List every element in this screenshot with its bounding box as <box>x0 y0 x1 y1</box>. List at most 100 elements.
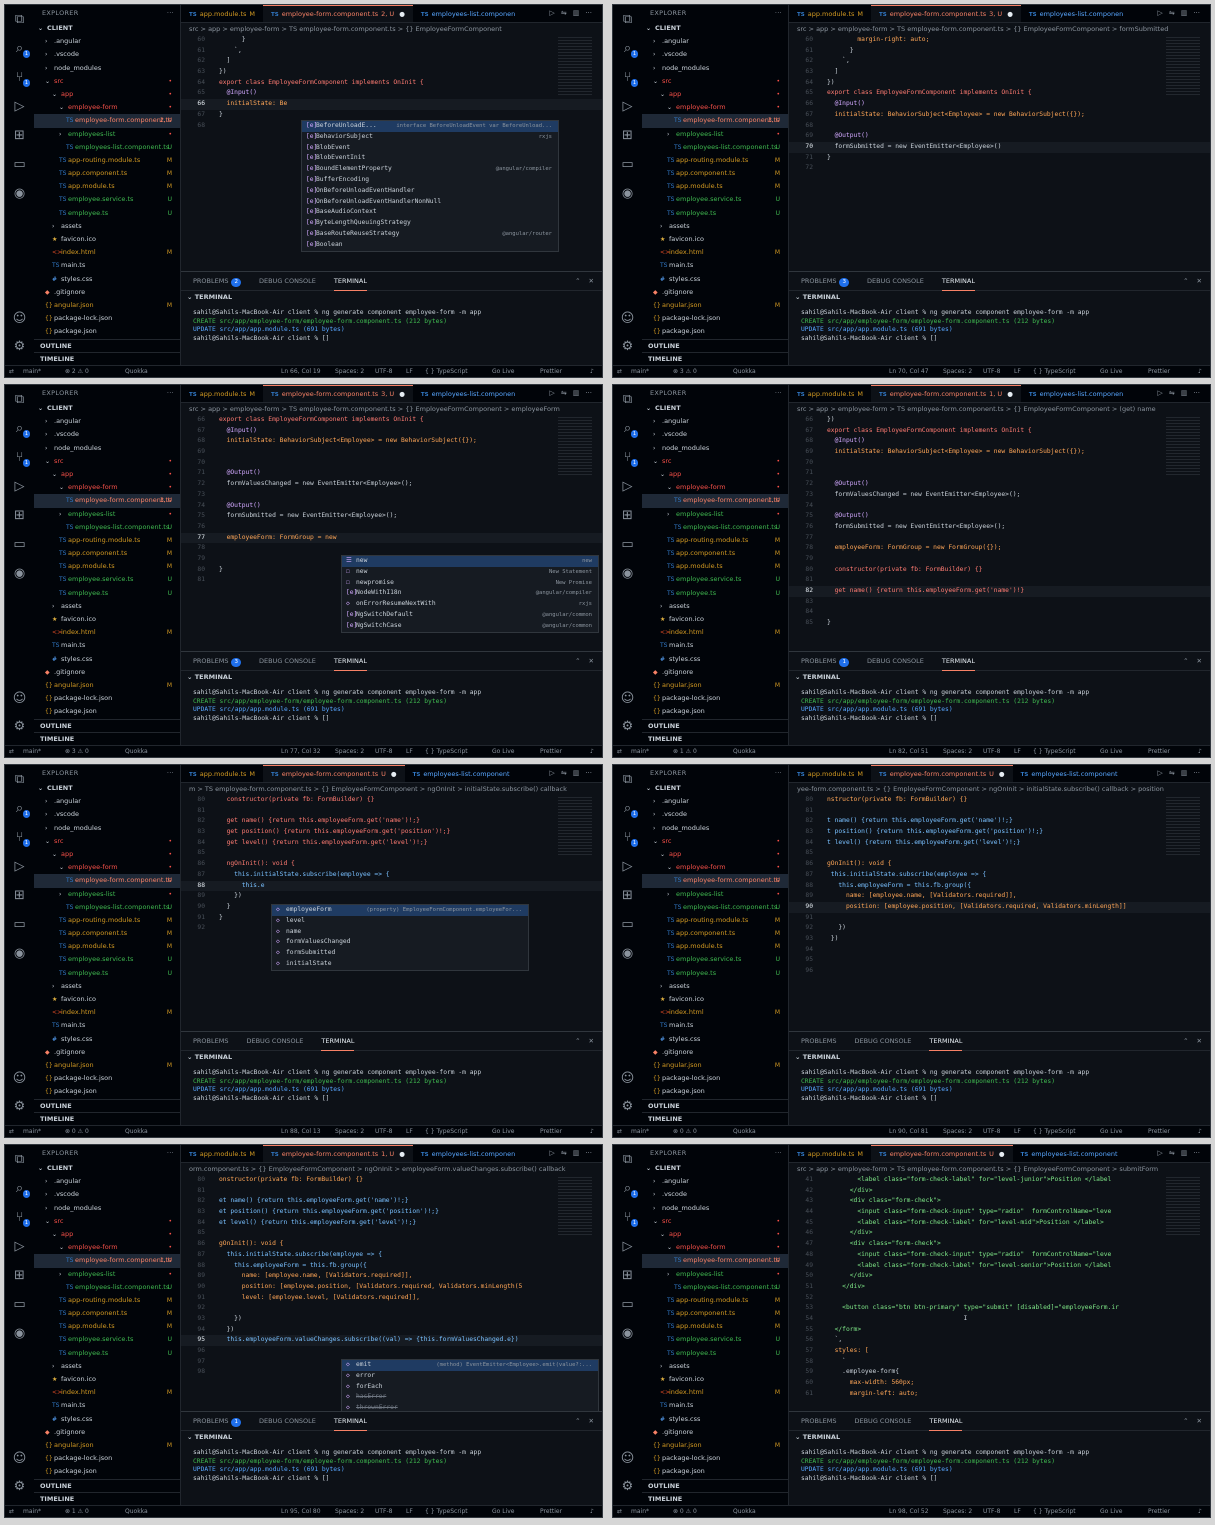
remote-icon[interactable]: ▭ <box>5 910 34 939</box>
outline-section[interactable]: OUTLINE <box>642 1479 788 1493</box>
tree-item[interactable]: › employees-list • <box>34 1268 180 1281</box>
unsaved-dot-icon[interactable]: ● <box>1007 10 1013 18</box>
tree-item[interactable]: › .vscode <box>34 48 180 61</box>
tree-item[interactable]: › node_modules <box>642 1202 788 1215</box>
close-panel-icon[interactable]: ✕ <box>1197 1037 1202 1045</box>
compare-icon[interactable]: ⇋ <box>1169 1149 1175 1157</box>
status-eol[interactable]: LF <box>406 1126 413 1137</box>
gear-icon[interactable]: ⚙ <box>5 719 34 734</box>
breadcrumb[interactable]: src > app > employee-form > TS employee-… <box>789 23 1210 35</box>
more-actions-icon[interactable]: ··· <box>167 385 174 402</box>
tree-item[interactable]: <>index.html M <box>642 626 788 639</box>
editor-tab[interactable]: TS app.module.ts M <box>181 6 263 22</box>
minimap[interactable] <box>1166 415 1200 475</box>
suggestion-item[interactable]: ◇ emit (method) EventEmitter<Employee>.emi… <box>342 1360 598 1371</box>
timeline-section[interactable]: TIMELINE <box>34 732 180 746</box>
suggestion-item[interactable]: ◇ onErrorResumeNextWith rxjs <box>342 599 598 610</box>
github-icon[interactable]: ◉ <box>5 179 34 208</box>
tree-item[interactable]: › .angular <box>34 35 180 48</box>
status-remote-icon[interactable]: ⇄ <box>9 1506 14 1517</box>
tree-item[interactable]: TS main.ts <box>642 259 788 272</box>
status-branch[interactable]: main* <box>23 366 41 377</box>
status-golive[interactable]: Go Live <box>1100 366 1122 377</box>
tree-item[interactable]: ⌄ employee-form • <box>34 861 180 874</box>
status-golive[interactable]: Go Live <box>492 366 514 377</box>
timeline-section[interactable]: TIMELINE <box>642 732 788 746</box>
run-icon[interactable]: ▷ <box>1157 769 1162 777</box>
status-language[interactable]: { } TypeScript <box>425 746 468 757</box>
tree-item[interactable]: ⌄ employee-form • <box>34 101 180 114</box>
suggestion-item[interactable]: [e]BlobEvent <box>302 143 558 154</box>
tree-item[interactable]: ★ favicon.ico <box>34 233 180 246</box>
suggestion-item[interactable]: [e]BaseAudioContext <box>302 207 558 218</box>
split-editor-icon[interactable]: ▥ <box>1181 9 1188 17</box>
tree-item[interactable]: <>index.html M <box>642 1386 788 1399</box>
suggestion-item[interactable]: [e]BoundElementProperty @angular/compiler <box>302 164 558 175</box>
tree-item[interactable]: ⌄ employee-form • <box>34 481 180 494</box>
tree-item[interactable]: ◆ .gitignore <box>642 286 788 299</box>
tree-item[interactable]: TS app.module.ts M <box>34 180 180 193</box>
tree-item[interactable]: ◆ .gitignore <box>642 666 788 679</box>
problems-tab[interactable]: PROBLEMS 1 <box>193 1412 241 1430</box>
tree-item[interactable]: › assets <box>34 1360 180 1373</box>
problems-tab[interactable]: PROBLEMS 3 <box>801 272 849 290</box>
status-prettier[interactable]: Prettier <box>1148 366 1170 377</box>
tree-item[interactable]: ★ favicon.ico <box>34 613 180 626</box>
editor-tab[interactable]: TS employee-form.component.ts 3, U ● <box>263 385 413 402</box>
status-language[interactable]: { } TypeScript <box>425 1506 468 1517</box>
tree-item[interactable]: <>index.html M <box>642 246 788 259</box>
status-remote-icon[interactable]: ⇄ <box>617 366 622 377</box>
more-icon[interactable]: ··· <box>585 769 592 777</box>
tree-item[interactable]: TS employees-list.component.ts U <box>34 521 180 534</box>
status-position[interactable]: Ln 70, Col 47 <box>889 366 929 377</box>
suggestion-item[interactable]: ◇ level <box>272 916 528 927</box>
gear-icon[interactable]: ⚙ <box>613 339 642 354</box>
source-control-icon[interactable]: ⑂ 1 <box>613 443 642 472</box>
more-actions-icon[interactable]: ··· <box>167 1145 174 1162</box>
files-icon[interactable]: ⧉ <box>5 385 34 414</box>
maximize-panel-icon[interactable]: ⌃ <box>575 277 580 285</box>
tree-item[interactable]: › .vscode <box>34 428 180 441</box>
tree-item[interactable]: {}angular.json M <box>34 299 180 312</box>
remote-icon[interactable]: ▭ <box>613 1290 642 1319</box>
tree-item[interactable]: TS employee.ts U <box>642 207 788 220</box>
status-branch[interactable]: main* <box>631 746 649 757</box>
tree-root-client[interactable]: ⌄ CLIENT <box>34 1162 180 1175</box>
tree-root-client[interactable]: ⌄ CLIENT <box>34 402 180 415</box>
tree-item[interactable]: › employees-list • <box>642 1268 788 1281</box>
tree-item[interactable]: ⌄ src • <box>34 75 180 88</box>
editor-tab[interactable]: TS employees-list.componen <box>1021 6 1131 22</box>
breadcrumb[interactable]: yee-form.component.ts > {} EmployeeFormC… <box>789 783 1210 795</box>
tree-item[interactable]: › node_modules <box>34 1202 180 1215</box>
tree-item[interactable]: ★ favicon.ico <box>642 233 788 246</box>
terminal-header[interactable]: ⌄ TERMINAL <box>789 1430 1210 1443</box>
status-spaces[interactable]: Spaces: 2 <box>943 1126 972 1137</box>
status-errors[interactable]: ⊗ 0 ⚠ 0 <box>673 1506 697 1517</box>
tree-item[interactable]: {}angular.json M <box>642 1059 788 1072</box>
tree-item[interactable]: › .vscode <box>642 48 788 61</box>
tree-item[interactable]: TS employee.ts U <box>34 207 180 220</box>
more-icon[interactable]: ··· <box>1193 1149 1200 1157</box>
tree-item[interactable]: ⌄ src • <box>642 1215 788 1228</box>
github-icon[interactable]: ◉ <box>5 559 34 588</box>
status-language[interactable]: { } TypeScript <box>1033 366 1076 377</box>
suggestion-item[interactable]: ◇ formSubmitted <box>272 948 528 959</box>
terminal-tab[interactable]: TERMINAL <box>333 272 367 291</box>
tree-item[interactable]: › employees-list • <box>642 128 788 141</box>
status-prettier[interactable]: Prettier <box>540 1126 562 1137</box>
terminal-header[interactable]: ⌄ TERMINAL <box>181 670 602 683</box>
tree-item[interactable]: TS employee.service.ts U <box>34 953 180 966</box>
close-panel-icon[interactable]: ✕ <box>589 1037 594 1045</box>
tree-item[interactable]: › assets <box>34 220 180 233</box>
minimap[interactable] <box>1166 1175 1200 1235</box>
bell-icon[interactable]: ♪ <box>590 1506 594 1517</box>
files-icon[interactable]: ⧉ <box>5 765 34 794</box>
tree-item[interactable]: TS main.ts <box>34 1399 180 1412</box>
tree-item[interactable]: › employees-list • <box>642 888 788 901</box>
editor-tab[interactable]: TS app.module.ts M <box>181 386 263 402</box>
tree-item[interactable]: ⌄ src • <box>642 835 788 848</box>
status-position[interactable]: Ln 82, Col 51 <box>889 746 929 757</box>
account-icon[interactable]: ☺ <box>5 1071 34 1086</box>
suggestion-item[interactable]: [e]NodeWithI18n @angular/compiler <box>342 588 598 599</box>
tree-item[interactable]: TS employees-list.component.ts U <box>34 141 180 154</box>
